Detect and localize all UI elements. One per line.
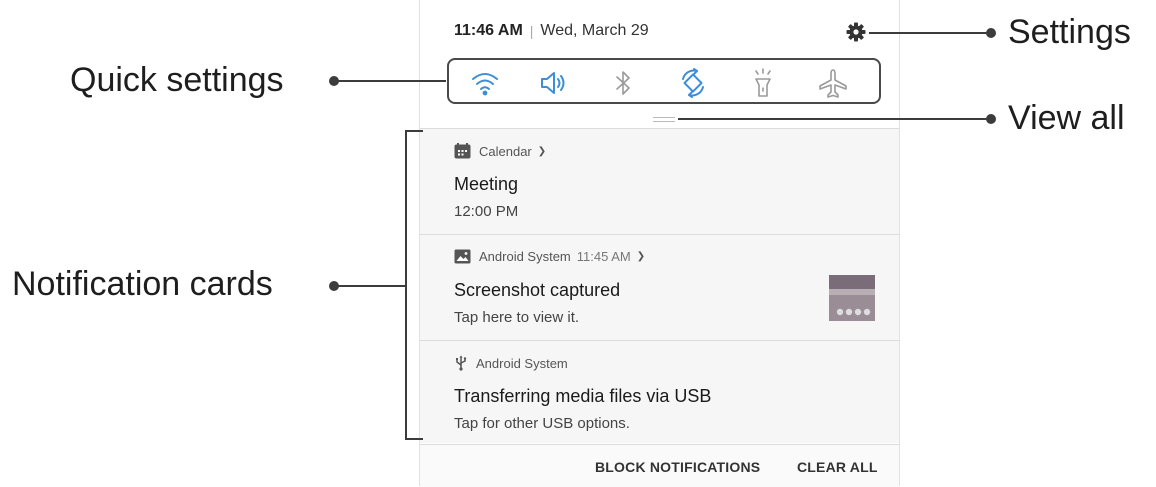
callout-bracket-bottom	[405, 438, 423, 440]
callout-line	[869, 32, 990, 34]
callout-view-all: View all	[1008, 99, 1125, 137]
view-all-handle[interactable]	[653, 117, 675, 122]
wifi-icon[interactable]	[469, 67, 501, 99]
sound-icon[interactable]	[537, 67, 569, 99]
card-app-name: Android System	[476, 355, 568, 371]
usb-icon	[456, 355, 467, 371]
callout-line	[334, 285, 406, 287]
notification-panel: 11:46 AM | Wed, March 29 Calendar ❯ Meet…	[419, 0, 900, 487]
callout-bracket	[405, 130, 407, 440]
card-time: 11:45 AM	[576, 249, 631, 264]
callout-line	[678, 118, 990, 120]
clear-all-button[interactable]: CLEAR ALL	[797, 459, 878, 475]
notification-cards: Calendar ❯ Meeting 12:00 PM Android Syst…	[420, 128, 899, 443]
card-header: Calendar ❯	[454, 143, 546, 159]
card-title: Transferring media files via USB	[454, 386, 712, 406]
screenshot-thumbnail[interactable]	[829, 275, 875, 321]
callout-notification-cards: Notification cards	[12, 265, 273, 303]
card-text: Tap for other USB options.	[454, 415, 630, 432]
notification-card-screenshot[interactable]: Android System 11:45 AM ❯ Screenshot cap…	[420, 234, 899, 340]
callout-settings: Settings	[1008, 13, 1131, 51]
image-icon	[454, 249, 471, 264]
status-separator: |	[529, 23, 534, 39]
status-date: Wed, March 29	[540, 22, 649, 39]
notification-footer: BLOCK NOTIFICATIONS CLEAR ALL	[420, 444, 899, 487]
quick-settings-bar	[447, 58, 881, 104]
card-app-name: Calendar	[479, 143, 532, 159]
calendar-icon	[454, 143, 471, 159]
settings-gear-icon[interactable]	[844, 20, 868, 44]
callout-line	[334, 80, 446, 82]
chevron-down-icon[interactable]: ❯	[637, 251, 645, 262]
chevron-down-icon[interactable]: ❯	[538, 146, 546, 157]
card-header: Android System	[454, 355, 568, 371]
callout-bracket-top	[405, 130, 423, 132]
flashlight-icon[interactable]	[747, 67, 779, 99]
block-notifications-button[interactable]: BLOCK NOTIFICATIONS	[595, 459, 760, 475]
bluetooth-icon[interactable]	[607, 67, 639, 99]
status-row: 11:46 AM | Wed, March 29	[454, 22, 649, 40]
notification-card-usb[interactable]: Android System Transferring media files …	[420, 340, 899, 443]
card-text: Tap here to view it.	[454, 309, 580, 326]
status-time: 11:46 AM	[454, 22, 523, 39]
card-title: Screenshot captured	[454, 280, 621, 300]
notification-card-calendar[interactable]: Calendar ❯ Meeting 12:00 PM	[420, 128, 899, 234]
callout-dot	[986, 114, 996, 124]
card-title: Meeting	[454, 174, 519, 194]
auto-rotate-icon[interactable]	[677, 67, 709, 99]
card-header: Android System 11:45 AM ❯	[454, 249, 645, 264]
callout-dot	[986, 28, 996, 38]
card-app-name: Android System	[479, 249, 571, 264]
callout-quick-settings: Quick settings	[70, 61, 284, 99]
airplane-mode-icon[interactable]	[817, 67, 849, 99]
card-text: 12:00 PM	[454, 203, 519, 220]
